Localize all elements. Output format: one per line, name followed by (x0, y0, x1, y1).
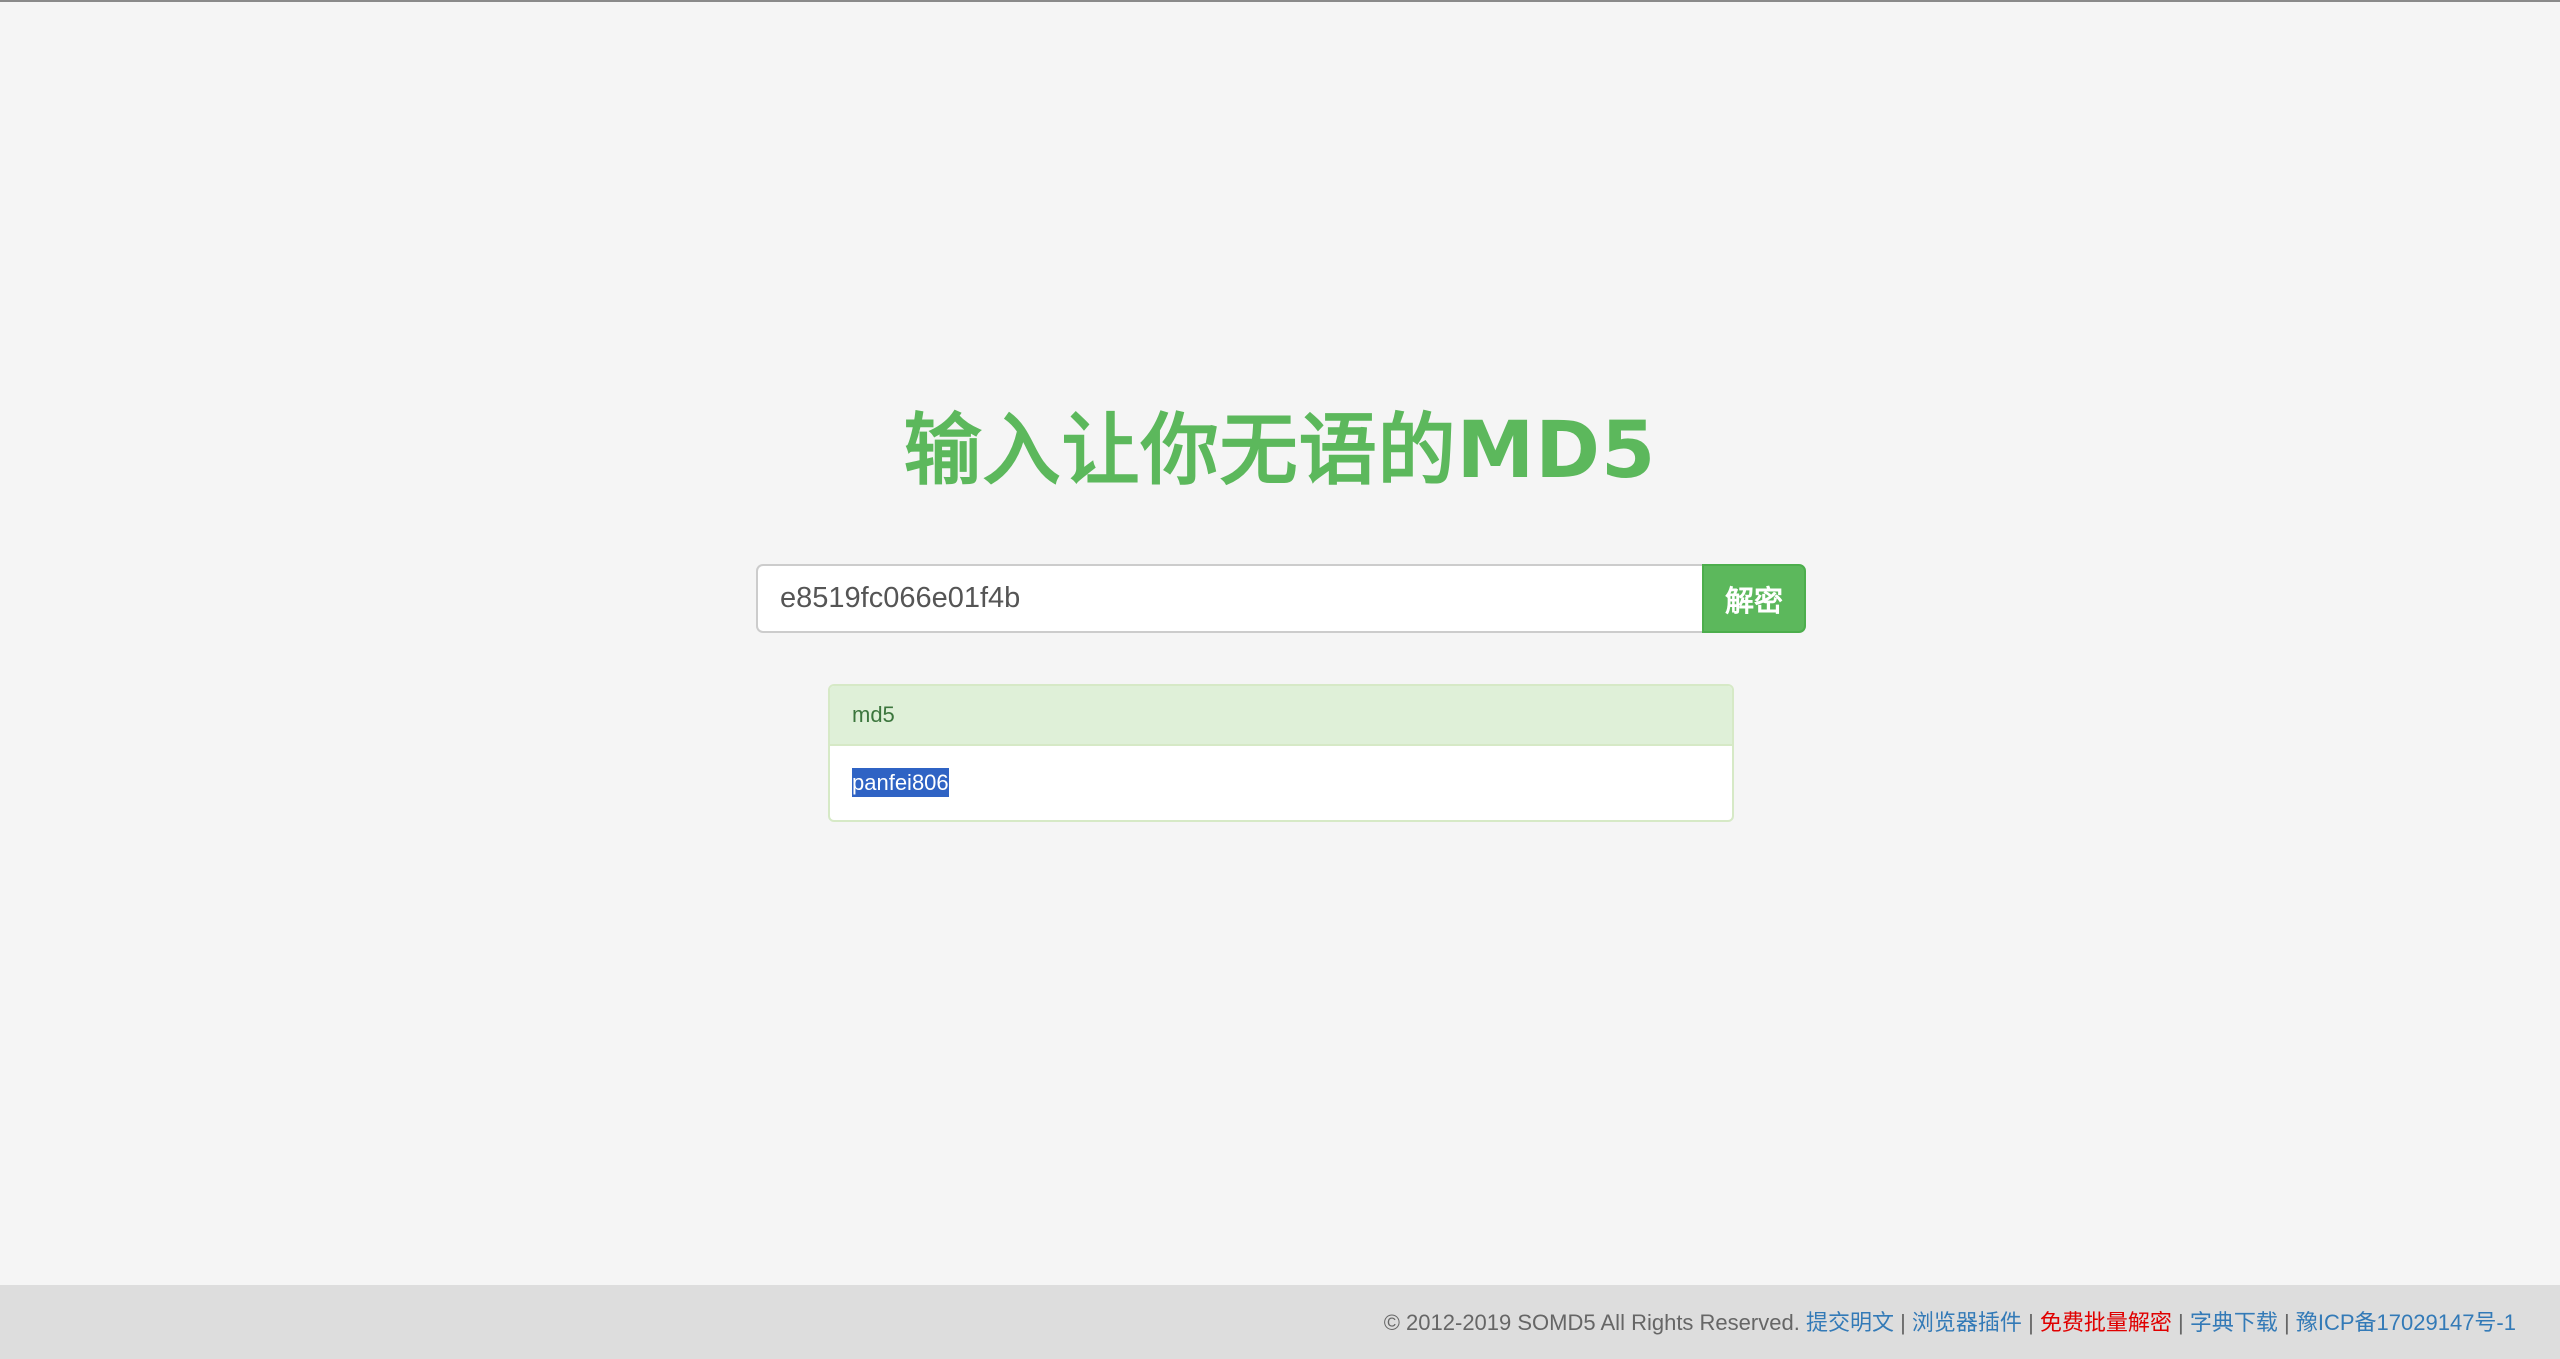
page: 输入让你无语的MD5 解密 md5 panfei806 © 2012-2019 … (0, 0, 2560, 1359)
browser-plugin-link[interactable]: 浏览器插件 (1912, 1310, 2022, 1335)
footer-separator: | (2284, 1310, 2290, 1335)
dictionary-download-link[interactable]: 字典下载 (2190, 1310, 2278, 1335)
submit-plaintext-link[interactable]: 提交明文 (1806, 1310, 1894, 1335)
page-title: 输入让你无语的MD5 (903, 406, 1657, 496)
free-batch-decrypt-link[interactable]: 免费批量解密 (2040, 1310, 2172, 1335)
md5-input[interactable] (756, 564, 1702, 633)
result-panel: md5 panfei806 (828, 684, 1734, 822)
decrypt-button[interactable]: 解密 (1702, 564, 1806, 633)
footer: © 2012-2019 SOMD5 All Rights Reserved. 提… (0, 1285, 2560, 1359)
footer-separator: | (2178, 1310, 2184, 1335)
result-body: panfei806 (830, 746, 1732, 820)
result-value[interactable]: panfei806 (852, 768, 949, 797)
icp-license-link[interactable]: 豫ICP备17029147号-1 (2296, 1310, 2516, 1335)
result-heading: md5 (830, 686, 1732, 746)
search-form: 解密 (756, 564, 1806, 633)
footer-separator: | (1900, 1310, 1906, 1335)
copyright-text: © 2012-2019 SOMD5 All Rights Reserved. (1383, 1310, 1800, 1335)
footer-separator: | (2028, 1310, 2034, 1335)
